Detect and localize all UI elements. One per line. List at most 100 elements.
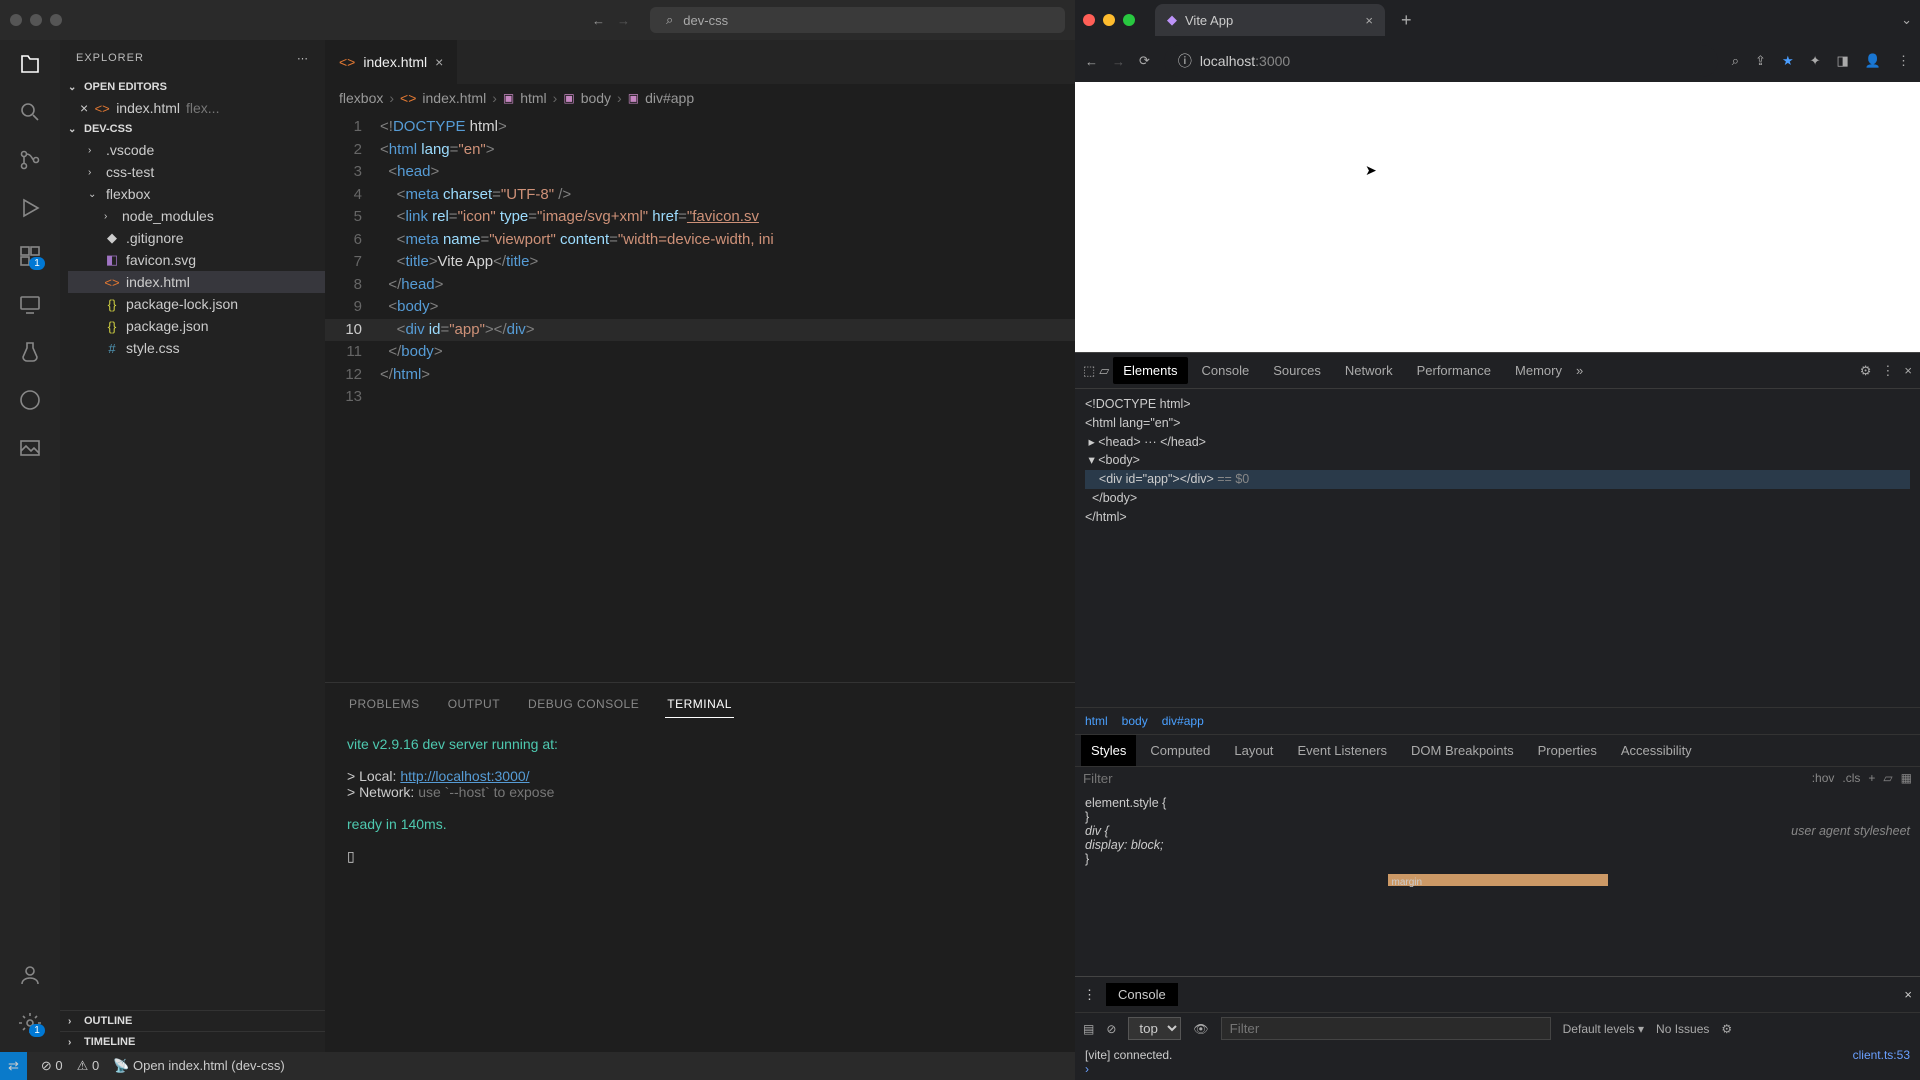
tab-performance[interactable]: Performance <box>1407 357 1501 384</box>
tab-listeners[interactable]: Event Listeners <box>1287 735 1397 766</box>
workspace-header[interactable]: ⌄DEV-CSS <box>60 119 325 139</box>
source-control-icon[interactable] <box>16 146 44 174</box>
command-center[interactable]: ⌕ dev-css <box>650 7 1065 33</box>
site-info-icon[interactable]: ⓘ <box>1178 51 1192 71</box>
account-icon[interactable] <box>16 961 44 989</box>
folder-node-modules[interactable]: ›node_modules <box>68 205 325 227</box>
sidebar-icon[interactable]: ▤ <box>1083 1022 1094 1036</box>
explorer-icon[interactable] <box>16 50 44 78</box>
minimize-dot[interactable] <box>1103 14 1115 26</box>
settings-icon[interactable]: ⚙ <box>1860 363 1872 379</box>
page-viewport[interactable]: ➤ <box>1075 82 1920 352</box>
inspect-icon[interactable]: ⬚ <box>1083 363 1095 379</box>
search-icon[interactable] <box>16 98 44 126</box>
menu-icon[interactable]: ⋮ <box>1881 363 1894 379</box>
tab-sources[interactable]: Sources <box>1263 357 1331 384</box>
live-status[interactable]: 📡 Open index.html (dev-css) <box>113 1058 285 1074</box>
breadcrumb[interactable]: flexbox› <>index.html› ▣html› ▣body› ▣di… <box>325 84 1075 112</box>
eye-icon[interactable]: 👁 <box>1193 1022 1208 1036</box>
profile-icon[interactable]: 👤 <box>1865 53 1881 69</box>
tab-index-html[interactable]: <>index.html× <box>325 40 457 84</box>
settings-icon[interactable]: 1 <box>16 1009 44 1037</box>
file-index[interactable]: <>index.html <box>68 271 325 293</box>
folder-css-test[interactable]: ›css-test <box>68 161 325 183</box>
remote-explorer-icon[interactable] <box>16 290 44 318</box>
tab-acc[interactable]: Accessibility <box>1611 735 1702 766</box>
tab-network[interactable]: Network <box>1335 357 1403 384</box>
layout-icon[interactable]: ▦ <box>1901 771 1912 785</box>
image-icon[interactable] <box>16 434 44 462</box>
sidepanel-icon[interactable]: ◨ <box>1837 53 1849 69</box>
errors[interactable]: ⊘ 0 <box>41 1058 63 1074</box>
device-icon[interactable]: ▱ <box>1099 363 1109 379</box>
tab-terminal[interactable]: TERMINAL <box>665 691 734 718</box>
forward-icon[interactable]: → <box>1112 54 1125 69</box>
code-editor[interactable]: 1<!DOCTYPE html> 2<html lang="en"> 3 <he… <box>325 112 1075 682</box>
issues[interactable]: No Issues <box>1656 1022 1709 1036</box>
tab-debug-console[interactable]: DEBUG CONSOLE <box>526 691 641 718</box>
styles-body[interactable]: element.style { } div {user agent styles… <box>1075 790 1920 976</box>
back-icon[interactable]: ← <box>592 13 605 28</box>
close-icon[interactable]: × <box>435 54 443 70</box>
zoom-dot[interactable] <box>50 14 62 26</box>
add-rule-icon[interactable]: + <box>1868 771 1875 785</box>
menu-icon[interactable]: ⋮ <box>1083 987 1096 1003</box>
tab-console[interactable]: Console <box>1192 357 1260 384</box>
more-tabs-icon[interactable]: » <box>1576 363 1583 378</box>
settings-icon[interactable]: ⚙ <box>1721 1022 1732 1036</box>
tab-problems[interactable]: PROBLEMS <box>347 691 422 718</box>
warnings[interactable]: ⚠ 0 <box>77 1058 100 1074</box>
close-dot[interactable] <box>10 14 22 26</box>
open-editor-item[interactable]: ×<>index.html flex... <box>60 97 325 119</box>
folder-flexbox[interactable]: ⌄flexbox <box>68 183 325 205</box>
context-select[interactable]: top <box>1128 1017 1181 1040</box>
minimize-dot[interactable] <box>30 14 42 26</box>
outline-header[interactable]: ›OUTLINE <box>60 1010 325 1031</box>
open-editors-header[interactable]: ⌄OPEN EDITORS <box>60 77 325 97</box>
file-gitignore[interactable]: ◆.gitignore <box>68 227 325 249</box>
clear-icon[interactable]: ⊘ <box>1106 1022 1116 1036</box>
tab-props[interactable]: Properties <box>1528 735 1607 766</box>
drawer-tab-console[interactable]: Console <box>1106 983 1178 1006</box>
share-icon[interactable]: ⇪ <box>1755 53 1766 69</box>
debug-icon[interactable] <box>16 194 44 222</box>
tab-dombp[interactable]: DOM Breakpoints <box>1401 735 1524 766</box>
file-favicon[interactable]: ◧favicon.svg <box>68 249 325 271</box>
close-icon[interactable]: × <box>80 100 88 116</box>
forward-icon[interactable]: → <box>617 13 630 28</box>
cls-toggle[interactable]: .cls <box>1842 771 1860 785</box>
timeline-header[interactable]: ›TIMELINE <box>60 1031 325 1052</box>
file-pkg-lock[interactable]: {}package-lock.json <box>68 293 325 315</box>
new-tab-button[interactable]: + <box>1393 6 1420 35</box>
close-icon[interactable]: × <box>1904 987 1912 1002</box>
tab-memory[interactable]: Memory <box>1505 357 1572 384</box>
tab-computed[interactable]: Computed <box>1140 735 1220 766</box>
filter-input[interactable] <box>1083 771 1804 786</box>
folder-vscode[interactable]: ›.vscode <box>68 139 325 161</box>
file-style[interactable]: #style.css <box>68 337 325 359</box>
reload-icon[interactable]: ⟳ <box>1139 53 1150 69</box>
extensions-icon[interactable]: ✦ <box>1810 53 1821 69</box>
bookmark-icon[interactable]: ★ <box>1782 53 1794 69</box>
dom-tree[interactable]: <!DOCTYPE html> <html lang="en"> ▸ <head… <box>1075 389 1920 532</box>
address-bar[interactable]: ⓘ localhost:3000 <box>1164 45 1718 77</box>
close-icon[interactable]: × <box>1904 363 1912 378</box>
console-filter[interactable] <box>1221 1017 1551 1040</box>
tab-overflow-icon[interactable]: ⌄ <box>1901 12 1912 28</box>
zoom-dot[interactable] <box>1123 14 1135 26</box>
console-output[interactable]: [vite] connected.client.ts:53 › <box>1075 1044 1920 1080</box>
menu-icon[interactable]: ⋮ <box>1897 53 1910 69</box>
levels-select[interactable]: Default levels ▾ <box>1563 1022 1644 1036</box>
close-icon[interactable]: × <box>1365 13 1373 28</box>
extensions-icon[interactable]: 1 <box>16 242 44 270</box>
terminal[interactable]: vite v2.9.16 dev server running at: > Lo… <box>325 718 1075 1052</box>
remote-indicator[interactable]: ⇄ <box>0 1052 27 1080</box>
file-pkg[interactable]: {}package.json <box>68 315 325 337</box>
back-icon[interactable]: ← <box>1085 54 1098 69</box>
tab-output[interactable]: OUTPUT <box>446 691 502 718</box>
edge-icon[interactable] <box>16 386 44 414</box>
search-icon[interactable]: ⌕ <box>1732 53 1739 69</box>
hov-toggle[interactable]: :hov <box>1812 771 1835 785</box>
tab-elements[interactable]: Elements <box>1113 357 1187 384</box>
dom-breadcrumb[interactable]: htmlbodydiv#app <box>1075 707 1920 734</box>
